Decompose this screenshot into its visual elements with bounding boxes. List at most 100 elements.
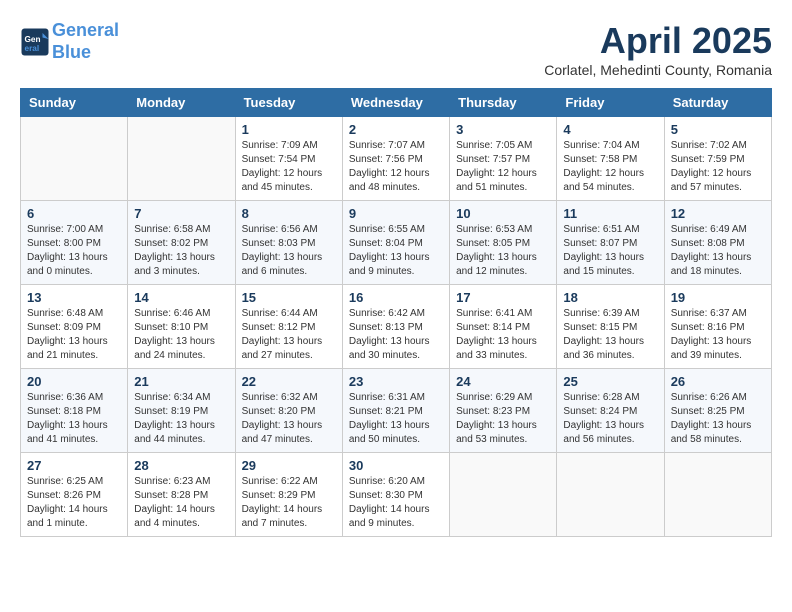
day-info: Sunrise: 6:32 AM Sunset: 8:20 PM Dayligh… — [242, 391, 336, 447]
calendar-cell: 26 Sunrise: 6:26 AM Sunset: 8:25 PM Dayli… — [664, 369, 771, 453]
day-number: 10 — [456, 206, 550, 221]
calendar-cell: 23Sunrise: 6:31 AM Sunset: 8:21 PM Dayli… — [342, 369, 449, 453]
day-number: 15 — [242, 290, 336, 305]
day-number: 27 — [27, 458, 121, 473]
calendar-cell: 2 Sunrise: 7:07 AM Sunset: 7:56 PM Daylig… — [342, 117, 449, 201]
day-number: 29 — [242, 458, 336, 473]
day-info: Sunrise: 7:05 AM Sunset: 7:57 PM Dayligh… — [456, 139, 550, 195]
calendar-cell: 4 Sunrise: 7:04 AM Sunset: 7:58 PM Daylig… — [557, 117, 664, 201]
month-title: April 2025 — [544, 20, 772, 62]
logo-text: General Blue — [52, 20, 119, 63]
day-info: Sunrise: 6:34 AM Sunset: 8:19 PM Dayligh… — [134, 391, 228, 447]
day-info: Sunrise: 6:22 AM Sunset: 8:29 PM Dayligh… — [242, 475, 336, 531]
day-info: Sunrise: 6:36 AM Sunset: 8:18 PM Dayligh… — [27, 391, 121, 447]
day-info: Sunrise: 6:44 AM Sunset: 8:12 PM Dayligh… — [242, 307, 336, 363]
day-info: Sunrise: 6:46 AM Sunset: 8:10 PM Dayligh… — [134, 307, 228, 363]
calendar-cell: 7 Sunrise: 6:58 AM Sunset: 8:02 PM Daylig… — [128, 201, 235, 285]
day-number: 19 — [671, 290, 765, 305]
day-number: 1 — [242, 122, 336, 137]
logo: Gen eral General Blue — [20, 20, 119, 63]
day-number: 22 — [242, 374, 336, 389]
day-header-monday: Monday — [128, 89, 235, 117]
calendar-cell: 22 Sunrise: 6:32 AM Sunset: 8:20 PM Dayli… — [235, 369, 342, 453]
day-info: Sunrise: 7:07 AM Sunset: 7:56 PM Dayligh… — [349, 139, 443, 195]
day-header-friday: Friday — [557, 89, 664, 117]
location-subtitle: Corlatel, Mehedinti County, Romania — [544, 62, 772, 78]
day-info: Sunrise: 6:31 AM Sunset: 8:21 PM Dayligh… — [349, 391, 443, 447]
day-header-tuesday: Tuesday — [235, 89, 342, 117]
calendar-cell: 15 Sunrise: 6:44 AM Sunset: 8:12 PM Dayli… — [235, 285, 342, 369]
calendar-cell: 25Sunrise: 6:28 AM Sunset: 8:24 PM Dayli… — [557, 369, 664, 453]
day-number: 2 — [349, 122, 443, 137]
calendar-cell: 12 Sunrise: 6:49 AM Sunset: 8:08 PM Dayli… — [664, 201, 771, 285]
day-info: Sunrise: 6:42 AM Sunset: 8:13 PM Dayligh… — [349, 307, 443, 363]
calendar-cell: 5 Sunrise: 7:02 AM Sunset: 7:59 PM Daylig… — [664, 117, 771, 201]
day-number: 6 — [27, 206, 121, 221]
day-number: 12 — [671, 206, 765, 221]
day-info: Sunrise: 6:28 AM Sunset: 8:24 PM Dayligh… — [563, 391, 657, 447]
calendar-week-3: 13Sunrise: 6:48 AM Sunset: 8:09 PM Dayli… — [21, 285, 772, 369]
day-info: Sunrise: 6:23 AM Sunset: 8:28 PM Dayligh… — [134, 475, 228, 531]
day-number: 17 — [456, 290, 550, 305]
calendar-cell: 14 Sunrise: 6:46 AM Sunset: 8:10 PM Dayli… — [128, 285, 235, 369]
day-number: 16 — [349, 290, 443, 305]
day-info: Sunrise: 6:37 AM Sunset: 8:16 PM Dayligh… — [671, 307, 765, 363]
day-number: 21 — [134, 374, 228, 389]
day-number: 7 — [134, 206, 228, 221]
day-number: 30 — [349, 458, 443, 473]
day-header-wednesday: Wednesday — [342, 89, 449, 117]
day-info: Sunrise: 6:41 AM Sunset: 8:14 PM Dayligh… — [456, 307, 550, 363]
title-section: April 2025 Corlatel, Mehedinti County, R… — [544, 20, 772, 78]
day-info: Sunrise: 6:29 AM Sunset: 8:23 PM Dayligh… — [456, 391, 550, 447]
calendar-cell: 18 Sunrise: 6:39 AM Sunset: 8:15 PM Dayli… — [557, 285, 664, 369]
logo-icon: Gen eral — [20, 27, 50, 57]
calendar-cell: 24Sunrise: 6:29 AM Sunset: 8:23 PM Dayli… — [450, 369, 557, 453]
day-number: 13 — [27, 290, 121, 305]
day-info: Sunrise: 6:56 AM Sunset: 8:03 PM Dayligh… — [242, 223, 336, 279]
calendar-cell: 21 Sunrise: 6:34 AM Sunset: 8:19 PM Dayli… — [128, 369, 235, 453]
day-number: 28 — [134, 458, 228, 473]
calendar-cell: 20 Sunrise: 6:36 AM Sunset: 8:18 PM Dayli… — [21, 369, 128, 453]
calendar-week-4: 20 Sunrise: 6:36 AM Sunset: 8:18 PM Dayli… — [21, 369, 772, 453]
day-number: 4 — [563, 122, 657, 137]
day-info: Sunrise: 7:04 AM Sunset: 7:58 PM Dayligh… — [563, 139, 657, 195]
day-info: Sunrise: 6:51 AM Sunset: 8:07 PM Dayligh… — [563, 223, 657, 279]
day-header-thursday: Thursday — [450, 89, 557, 117]
day-info: Sunrise: 6:53 AM Sunset: 8:05 PM Dayligh… — [456, 223, 550, 279]
calendar-cell: 28 Sunrise: 6:23 AM Sunset: 8:28 PM Dayli… — [128, 453, 235, 537]
day-number: 26 — [671, 374, 765, 389]
day-info: Sunrise: 6:25 AM Sunset: 8:26 PM Dayligh… — [27, 475, 121, 531]
calendar-cell — [128, 117, 235, 201]
calendar-cell: 13Sunrise: 6:48 AM Sunset: 8:09 PM Dayli… — [21, 285, 128, 369]
day-info: Sunrise: 6:39 AM Sunset: 8:15 PM Dayligh… — [563, 307, 657, 363]
calendar-cell: 1Sunrise: 7:09 AM Sunset: 7:54 PM Daylig… — [235, 117, 342, 201]
calendar-cell: 27 Sunrise: 6:25 AM Sunset: 8:26 PM Dayli… — [21, 453, 128, 537]
day-info: Sunrise: 7:02 AM Sunset: 7:59 PM Dayligh… — [671, 139, 765, 195]
calendar-cell: 9 Sunrise: 6:55 AM Sunset: 8:04 PM Daylig… — [342, 201, 449, 285]
day-number: 3 — [456, 122, 550, 137]
day-header-saturday: Saturday — [664, 89, 771, 117]
day-number: 5 — [671, 122, 765, 137]
day-info: Sunrise: 6:20 AM Sunset: 8:30 PM Dayligh… — [349, 475, 443, 531]
calendar-week-1: 1Sunrise: 7:09 AM Sunset: 7:54 PM Daylig… — [21, 117, 772, 201]
calendar-cell: 11Sunrise: 6:51 AM Sunset: 8:07 PM Dayli… — [557, 201, 664, 285]
day-info: Sunrise: 6:55 AM Sunset: 8:04 PM Dayligh… — [349, 223, 443, 279]
day-info: Sunrise: 6:49 AM Sunset: 8:08 PM Dayligh… — [671, 223, 765, 279]
day-number: 8 — [242, 206, 336, 221]
calendar-table: SundayMondayTuesdayWednesdayThursdayFrid… — [20, 88, 772, 537]
calendar-cell: 30 Sunrise: 6:20 AM Sunset: 8:30 PM Dayli… — [342, 453, 449, 537]
page-header: Gen eral General Blue April 2025 Corlate… — [20, 20, 772, 78]
calendar-cell: 6Sunrise: 7:00 AM Sunset: 8:00 PM Daylig… — [21, 201, 128, 285]
day-info: Sunrise: 6:58 AM Sunset: 8:02 PM Dayligh… — [134, 223, 228, 279]
day-number: 14 — [134, 290, 228, 305]
calendar-cell: 16 Sunrise: 6:42 AM Sunset: 8:13 PM Dayli… — [342, 285, 449, 369]
day-number: 9 — [349, 206, 443, 221]
calendar-cell: 19 Sunrise: 6:37 AM Sunset: 8:16 PM Dayli… — [664, 285, 771, 369]
day-number: 20 — [27, 374, 121, 389]
day-info: Sunrise: 6:26 AM Sunset: 8:25 PM Dayligh… — [671, 391, 765, 447]
svg-text:Gen: Gen — [25, 35, 41, 44]
calendar-cell — [557, 453, 664, 537]
day-number: 18 — [563, 290, 657, 305]
calendar-cell — [664, 453, 771, 537]
calendar-header-row: SundayMondayTuesdayWednesdayThursdayFrid… — [21, 89, 772, 117]
